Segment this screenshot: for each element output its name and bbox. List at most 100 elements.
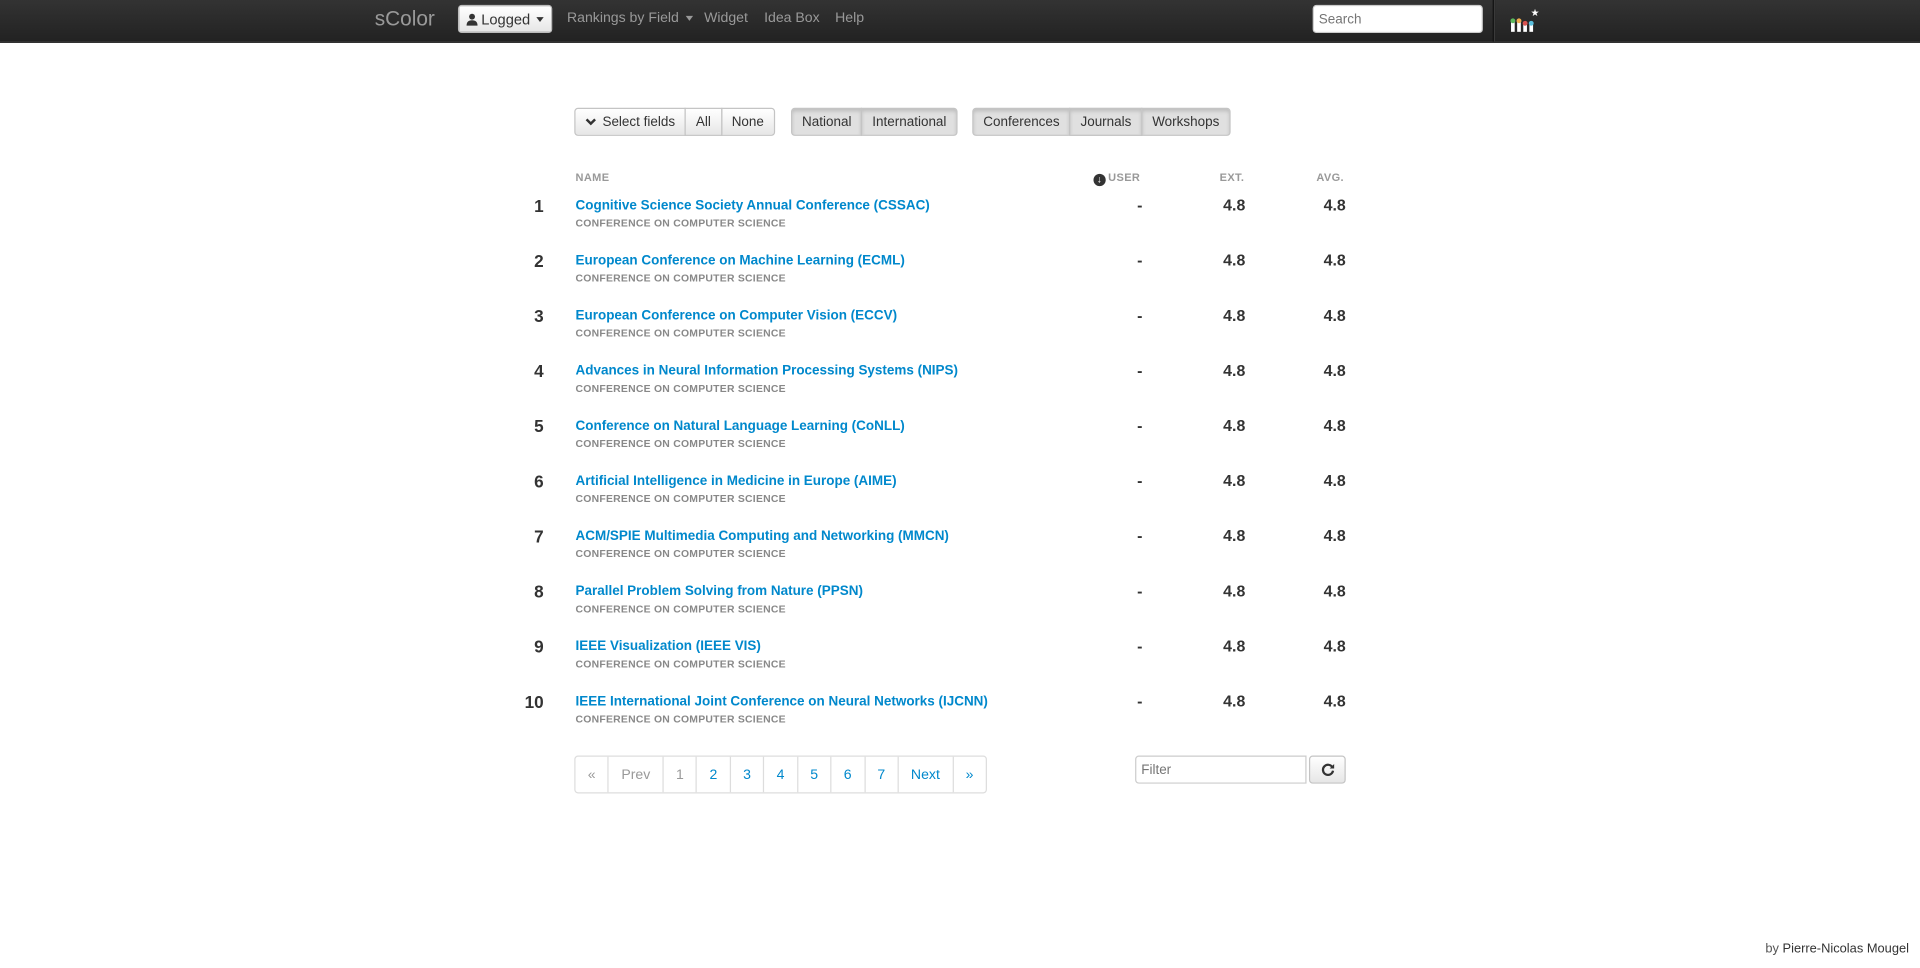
refresh-button[interactable] [1308,755,1346,784]
page-5[interactable]: 5 [796,756,831,793]
refresh-icon [1321,763,1334,776]
row-user-score: - [1137,416,1143,435]
page-6[interactable]: 6 [830,756,864,793]
user-header-label: USER [1108,171,1141,184]
workshops-toggle[interactable]: Workshops [1141,107,1231,136]
row-ext-score: 4.8 [1223,636,1246,656]
table-row: 5 Conference on Natural Language Learning… [0,416,1920,471]
row-subtitle: CONFERENCE ON COMPUTER SCIENCE [575,271,786,285]
row-avg-score: 4.8 [1323,691,1346,711]
table-row: 2 European Conference on Machine Learning… [0,251,1920,306]
row-subtitle: CONFERENCE ON COMPUTER SCIENCE [575,547,786,560]
pagination: « Prev 1 2 3 4 5 6 7 Next » [574,755,987,794]
field-select-group: Select fields All None [574,107,775,136]
logged-dropdown-button[interactable]: Logged [457,4,553,34]
row-title-link[interactable]: Cognitive Science Society Annual Confere… [576,198,930,213]
row-rank: 4 [534,361,544,381]
footer-by: by [1765,941,1779,957]
row-subtitle: CONFERENCE ON COMPUTER SCIENCE [575,657,786,670]
type-toggle-group: Conferences Journals Workshops [972,107,1231,136]
row-rank: 5 [534,416,544,436]
row-avg-score: 4.8 [1323,581,1346,601]
row-ext-score: 4.8 [1223,361,1246,380]
filter-input[interactable] [1135,755,1307,784]
row-subtitle: CONFERENCE ON COMPUTER SCIENCE [575,602,786,615]
national-toggle[interactable]: National [791,107,863,136]
row-rank: 6 [534,471,544,492]
select-fields-button[interactable]: Select fields [574,107,687,136]
page-3[interactable]: 3 [729,756,764,793]
column-header-user[interactable]: ↓ USER [1093,171,1141,187]
brand-link[interactable]: sColor [375,7,435,31]
row-user-score: - [1137,251,1143,270]
page-next[interactable]: Next [897,756,952,793]
page-7[interactable]: 7 [863,756,898,793]
nav-idea-box[interactable]: Idea Box [764,11,820,26]
nav-divider [1492,0,1496,42]
row-title-link[interactable]: IEEE International Joint Conference on N… [576,694,988,709]
user-icon [466,13,478,26]
nav-rankings-by-field[interactable]: Rankings by Field [567,11,693,26]
footer-author[interactable]: Pierre-Nicolas Mougel [1783,942,1909,957]
row-title-link[interactable]: European Conference on Computer Vision (… [576,309,898,324]
row-title-link[interactable]: Advances in Neural Information Processin… [576,364,959,379]
row-rank: 10 [524,691,544,712]
row-user-score: - [1137,471,1143,490]
row-user-score: - [1137,526,1143,545]
logged-label: Logged [481,10,531,28]
page-last[interactable]: » [952,756,986,793]
page-2[interactable]: 2 [696,756,730,793]
page-prev[interactable]: Prev [607,756,663,793]
row-rank: 1 [534,195,544,216]
column-header-name[interactable]: NAME [576,171,610,183]
row-ext-score: 4.8 [1223,471,1246,490]
page-1[interactable]: 1 [662,756,697,793]
page-first[interactable]: « [576,757,608,793]
row-ext-score: 4.8 [1223,306,1246,325]
search-input[interactable] [1312,4,1483,34]
row-ext-score: 4.8 [1223,195,1246,215]
row-rank: 3 [534,306,544,326]
page-4[interactable]: 4 [763,756,797,793]
row-user-score: - [1137,361,1143,380]
svg-text:★: ★ [1531,8,1540,19]
chevron-down-icon [685,15,693,21]
row-title-link[interactable]: Conference on Natural Language Learning … [576,419,905,434]
row-user-score: - [1137,306,1143,325]
select-fields-label: Select fields [602,114,676,130]
journals-toggle[interactable]: Journals [1069,107,1143,136]
row-user-score: - [1137,691,1143,711]
row-rank: 8 [534,581,544,602]
row-avg-score: 4.8 [1323,306,1346,325]
none-button[interactable]: None [720,107,775,136]
international-toggle[interactable]: International [861,107,958,136]
table-row: 3 European Conference on Computer Vision … [0,306,1920,361]
all-button[interactable]: All [684,107,722,136]
table-row: 6 Artificial Intelligence in Medicine in … [0,471,1920,526]
row-rank: 7 [534,526,544,547]
row-title-link[interactable]: IEEE Visualization (IEEE VIS) [576,639,761,654]
row-ext-score: 4.8 [1223,691,1246,711]
scolor-logo-icon[interactable]: ★ [1509,7,1541,34]
row-title-link[interactable]: ACM/SPIE Multimedia Computing and Networ… [576,529,949,544]
sort-down-icon: ↓ [1093,173,1106,187]
table-row: 9 IEEE Visualization (IEEE VIS) CONFERENCE… [0,637,1920,692]
nav-widget[interactable]: Widget [704,11,748,26]
row-avg-score: 4.8 [1323,471,1346,490]
table-row: 1 Cognitive Science Society Annual Confer… [0,196,1920,251]
row-title-link[interactable]: Parallel Problem Solving from Nature (PP… [576,584,863,599]
chevron-down-icon [585,118,596,126]
conferences-toggle[interactable]: Conferences [972,107,1071,136]
row-title-link[interactable]: Artificial Intelligence in Medicine in E… [576,474,897,489]
column-header-avg[interactable]: AVG. [1316,171,1344,183]
row-rank: 2 [534,251,544,271]
row-avg-score: 4.8 [1323,526,1346,545]
row-rank: 9 [534,636,544,657]
column-header-ext[interactable]: EXT. [1220,171,1245,183]
footer-credit: by Pierre-Nicolas Mougel [1765,942,1909,957]
top-navbar: sColor Logged Rankings by Field Widget I… [0,0,1920,43]
row-ext-score: 4.8 [1223,581,1246,601]
table-row: 10 IEEE International Joint Conference on… [0,692,1920,747]
nav-help[interactable]: Help [835,11,864,26]
row-title-link[interactable]: European Conference on Machine Learning … [576,253,905,268]
